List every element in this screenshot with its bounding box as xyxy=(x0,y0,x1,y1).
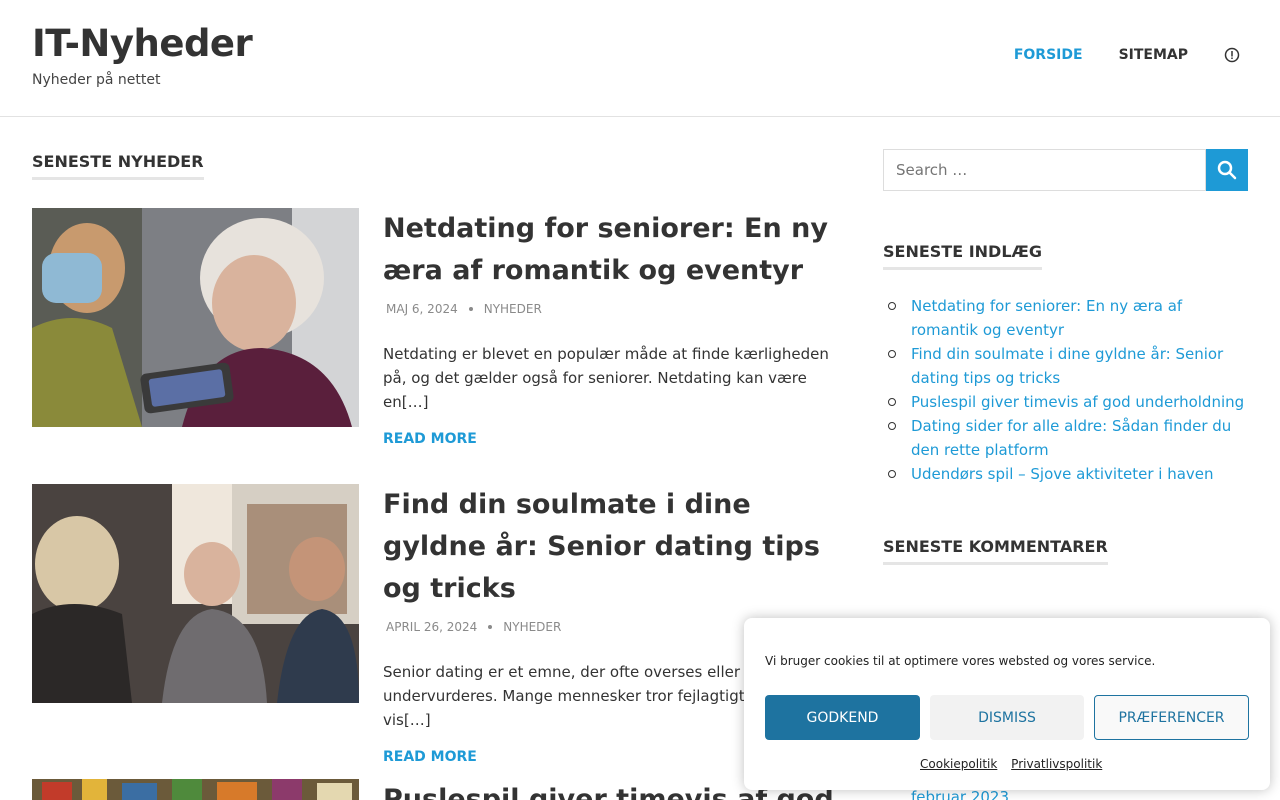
post-date[interactable]: MAJ 6, 2024 xyxy=(386,302,458,316)
cookie-links: Cookiepolitik Privatlivspolitik xyxy=(920,757,1112,771)
post-title[interactable]: Find din soulmate i dine gyldne år: Seni… xyxy=(383,484,838,610)
bullet-icon xyxy=(888,422,896,430)
recent-post-link[interactable]: Netdating for seniorer: En ny æra af rom… xyxy=(911,297,1182,339)
post-body: Netdating for seniorer: En ny æra af rom… xyxy=(383,208,838,447)
meta-separator xyxy=(468,307,473,311)
post-category[interactable]: NYHEDER xyxy=(484,302,542,316)
bullet-icon xyxy=(888,350,896,358)
dismiss-button[interactable]: DISMISS xyxy=(930,695,1084,740)
bullet-icon xyxy=(888,470,896,478)
bullet-icon xyxy=(888,302,896,310)
recent-comments-title: SENESTE KOMMENTARER xyxy=(883,537,1108,565)
list-item: Dating sider for alle aldre: Sådan finde… xyxy=(888,414,1248,462)
recent-post-link[interactable]: Dating sider for alle aldre: Sådan finde… xyxy=(911,417,1231,459)
site-description: Nyheder på nettet xyxy=(32,72,161,88)
main-nav: FORSIDE SITEMAP xyxy=(978,47,1240,63)
search-icon xyxy=(1217,160,1237,180)
post-thumbnail[interactable] xyxy=(32,484,359,703)
recent-post-link[interactable]: Puslespil giver timevis af god underhold… xyxy=(911,393,1244,411)
section-heading: SENESTE NYHEDER xyxy=(32,152,204,180)
post-excerpt: Netdating er blevet en populær måde at f… xyxy=(383,345,829,411)
nav-item-sitemap[interactable]: SITEMAP xyxy=(1119,47,1188,63)
post-category[interactable]: NYHEDER xyxy=(503,620,561,634)
read-more-link[interactable]: READ MORE xyxy=(383,431,838,447)
site-header: IT-Nyheder Nyheder på nettet FORSIDE SIT… xyxy=(0,0,1280,117)
post-meta: MAJ 6, 2024 NYHEDER xyxy=(383,302,838,316)
cookie-banner: Vi bruger cookies til at optimere vores … xyxy=(744,618,1270,790)
post-title[interactable]: Netdating for seniorer: En ny æra af rom… xyxy=(383,208,838,292)
search-form xyxy=(883,149,1248,191)
privacy-policy-link[interactable]: Privatlivspolitik xyxy=(1011,757,1102,771)
recent-posts-title: SENESTE INDLÆG xyxy=(883,242,1043,270)
recent-post-link[interactable]: Udendørs spil – Sjove aktiviteter i have… xyxy=(911,465,1214,483)
list-item: Puslespil giver timevis af god underhold… xyxy=(888,390,1248,414)
search-button[interactable] xyxy=(1206,149,1248,191)
post-thumbnail[interactable] xyxy=(32,779,359,800)
post-date[interactable]: APRIL 26, 2024 xyxy=(386,620,477,634)
search-input[interactable] xyxy=(883,149,1206,191)
recent-post-link[interactable]: Find din soulmate i dine gyldne år: Seni… xyxy=(911,345,1223,387)
preferences-button[interactable]: PRÆFERENCER xyxy=(1094,695,1249,740)
recent-posts-list: Netdating for seniorer: En ny æra af rom… xyxy=(888,294,1248,486)
list-item: Netdating for seniorer: En ny æra af rom… xyxy=(888,294,1248,342)
cookie-message: Vi bruger cookies til at optimere vores … xyxy=(765,654,1156,668)
bullet-icon xyxy=(888,398,896,406)
site-title[interactable]: IT-Nyheder xyxy=(32,22,253,65)
info-icon[interactable] xyxy=(1224,47,1240,63)
nav-item-forside[interactable]: FORSIDE xyxy=(1014,47,1083,63)
post-thumbnail[interactable] xyxy=(32,208,359,427)
list-item: Find din soulmate i dine gyldne år: Seni… xyxy=(888,342,1248,390)
cookie-policy-link[interactable]: Cookiepolitik xyxy=(920,757,997,771)
meta-separator xyxy=(488,625,493,629)
accept-button[interactable]: GODKEND xyxy=(765,695,920,740)
list-item: Udendørs spil – Sjove aktiviteter i have… xyxy=(888,462,1248,486)
